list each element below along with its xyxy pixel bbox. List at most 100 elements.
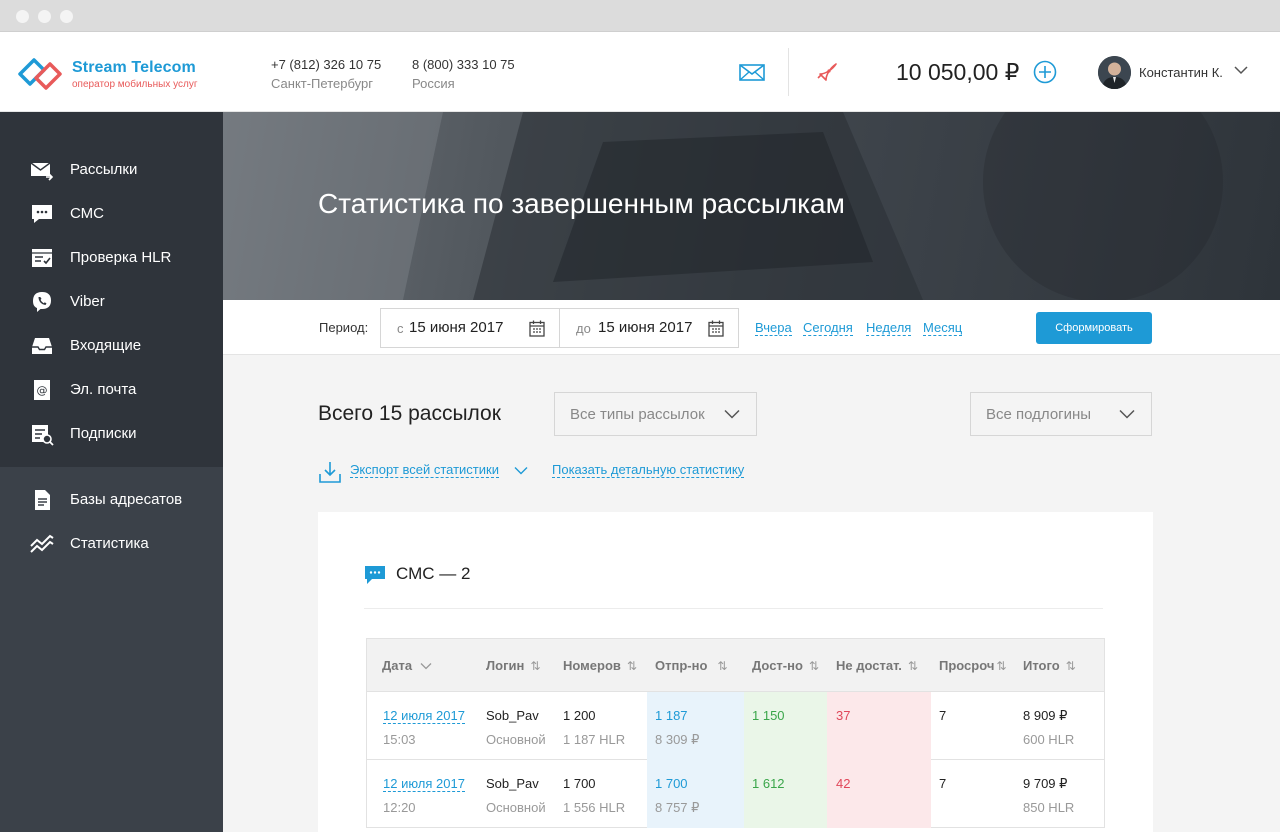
quick-month-link[interactable]: Месяц	[923, 320, 963, 336]
row-numbers-hlr: 1 187 HLR	[563, 732, 626, 747]
row-not-delivered: 42	[836, 776, 851, 791]
column-header-expired[interactable]: Просроч ⇅	[939, 658, 1006, 673]
column-header-total[interactable]: Итого ⇅	[1023, 658, 1076, 673]
column-header-not-delivered[interactable]: Не достат. ⇅	[836, 658, 918, 673]
phone-city: Санкт-Петербург	[271, 76, 373, 91]
sidebar-item-statistics[interactable]: Статистика	[0, 524, 223, 564]
row-expired: 7	[939, 776, 947, 791]
detailed-stats-link[interactable]: Показать детальную статистику	[552, 462, 745, 478]
column-label: Дост-но	[752, 658, 803, 673]
sent-cell-highlight	[647, 760, 744, 828]
column-header-date[interactable]: Дата	[382, 658, 432, 673]
sidebar: Рассылки СМС Проверка HLR Viber Входящие	[0, 112, 223, 832]
delivered-cell-highlight	[744, 692, 827, 760]
row-not-delivered: 37	[836, 708, 851, 723]
row-sent-cost: 8 757 ₽	[655, 800, 700, 815]
page-title: Статистика по завершенным рассылкам	[318, 188, 845, 219]
sidebar-item-email[interactable]: @ Эл. почта	[0, 370, 223, 410]
quick-yesterday-link[interactable]: Вчера	[755, 320, 792, 336]
quick-week-link[interactable]: Неделя	[866, 320, 912, 336]
date-to-prefix: до	[576, 321, 591, 336]
column-label: Логин	[486, 658, 525, 673]
column-label: Номеров	[563, 658, 621, 673]
sidebar-item-subscriptions[interactable]: Подписки	[0, 414, 223, 454]
period-label: Период:	[319, 320, 369, 335]
sidebar-item-label: СМС	[70, 205, 104, 222]
phone-spb: +7 (812) 326 10 75 Санкт-Петербург	[271, 55, 381, 93]
logo[interactable]: Stream Telecom оператор мобильных услуг	[14, 50, 214, 96]
date-from-value: 15 июня 2017	[409, 319, 504, 336]
window-titlebar	[0, 0, 1280, 32]
column-header-login[interactable]: Логин ⇅	[486, 658, 540, 673]
chevron-down-icon[interactable]	[1234, 65, 1248, 75]
not-delivered-cell-highlight	[827, 692, 931, 760]
row-delivered: 1 612	[752, 776, 785, 791]
mailing-type-select[interactable]: Все типы рассылок	[554, 392, 757, 436]
row-time: 15:03	[383, 732, 416, 747]
stats-chart-icon	[30, 534, 54, 553]
table-row[interactable]: 12 июля 2017 15:03 Sob_Pav Основной 1 20…	[367, 692, 1104, 760]
column-header-numbers[interactable]: Номеров ⇅	[563, 658, 637, 673]
date-from-field[interactable]: с 15 июня 2017	[380, 308, 560, 348]
messages-icon[interactable]	[738, 60, 766, 84]
row-total: 8 909 ₽	[1023, 708, 1068, 723]
user-photo-icon	[1098, 56, 1131, 89]
sort-icon: ⇅	[996, 659, 1007, 673]
column-label: Не достат.	[836, 658, 902, 673]
calendar-icon[interactable]	[708, 320, 724, 337]
row-numbers: 1 700	[563, 776, 596, 791]
chevron-down-icon	[420, 663, 432, 670]
row-date-link[interactable]: 12 июля 2017	[383, 708, 465, 724]
column-header-sent[interactable]: Отпр-но ⇅	[655, 658, 727, 673]
phone-russia: 8 (800) 333 10 75 Россия	[412, 55, 515, 93]
header-divider	[788, 48, 789, 96]
inbox-icon	[32, 338, 52, 354]
section-title: СМС — 2	[396, 564, 471, 583]
envelope-send-icon	[30, 162, 54, 181]
sidebar-item-hlr[interactable]: Проверка HLR	[0, 238, 223, 278]
row-date-link[interactable]: 12 июля 2017	[383, 776, 465, 792]
column-header-delivered[interactable]: Дост-но ⇅	[752, 658, 819, 673]
select-value: Все подлогины	[986, 406, 1092, 423]
window-maximize-dot[interactable]	[60, 10, 73, 23]
sidebar-item-mailings[interactable]: Рассылки	[0, 150, 223, 190]
calendar-icon[interactable]	[529, 320, 545, 337]
sidebar-item-label: Базы адресатов	[70, 491, 183, 508]
sidebar-item-address-bases[interactable]: Базы адресатов	[0, 480, 223, 520]
export-stats-link[interactable]: Экспорт всей статистики	[350, 462, 499, 478]
window-minimize-dot[interactable]	[38, 10, 51, 23]
add-funds-icon[interactable]	[1033, 60, 1057, 84]
date-to-field[interactable]: до 15 июня 2017	[559, 308, 739, 348]
balance-amount: 10 050,00 ₽	[896, 59, 1020, 85]
sidebar-item-inbox[interactable]: Входящие	[0, 326, 223, 366]
user-name[interactable]: Константин К.	[1139, 65, 1223, 80]
sidebar-item-label: Viber	[70, 293, 105, 310]
sidebar-item-label: Рассылки	[70, 161, 138, 178]
chevron-down-icon[interactable]	[514, 466, 528, 475]
row-delivered: 1 150	[752, 708, 785, 723]
quick-today-link[interactable]: Сегодня	[803, 320, 853, 336]
sidebar-item-viber[interactable]: Viber	[0, 282, 223, 322]
window-close-dot[interactable]	[16, 10, 29, 23]
phone-number[interactable]: 8 (800) 333 10 75	[412, 55, 515, 74]
viber-icon	[33, 292, 51, 312]
avatar[interactable]	[1098, 56, 1131, 89]
sidebar-item-label: Статистика	[70, 535, 149, 552]
generate-report-button[interactable]: Сформировать	[1036, 312, 1152, 344]
download-icon[interactable]	[318, 460, 342, 484]
stats-table: Дата Логин ⇅ Номеров ⇅ Отпр-но ⇅ Дост-но ⇅ Н…	[366, 638, 1105, 828]
sublogin-select[interactable]: Все подлогины	[970, 392, 1152, 436]
phone-number[interactable]: +7 (812) 326 10 75	[271, 55, 381, 74]
column-label: Просроч	[939, 658, 995, 673]
brand-name: Stream Telecom	[72, 59, 196, 76]
date-to-value: 15 июня 2017	[598, 319, 693, 336]
row-login-type: Основной	[486, 800, 546, 815]
logo-icon	[18, 58, 62, 90]
sidebar-item-label: Подписки	[70, 425, 137, 442]
date-from-prefix: с	[397, 321, 404, 336]
brand-tagline: оператор мобильных услуг	[72, 79, 198, 90]
sidebar-item-sms[interactable]: СМС	[0, 194, 223, 234]
rocket-icon[interactable]	[812, 60, 840, 84]
table-row[interactable]: 12 июля 2017 12:20 Sob_Pav Основной 1 70…	[367, 760, 1104, 828]
email-at-icon: @	[34, 380, 50, 400]
